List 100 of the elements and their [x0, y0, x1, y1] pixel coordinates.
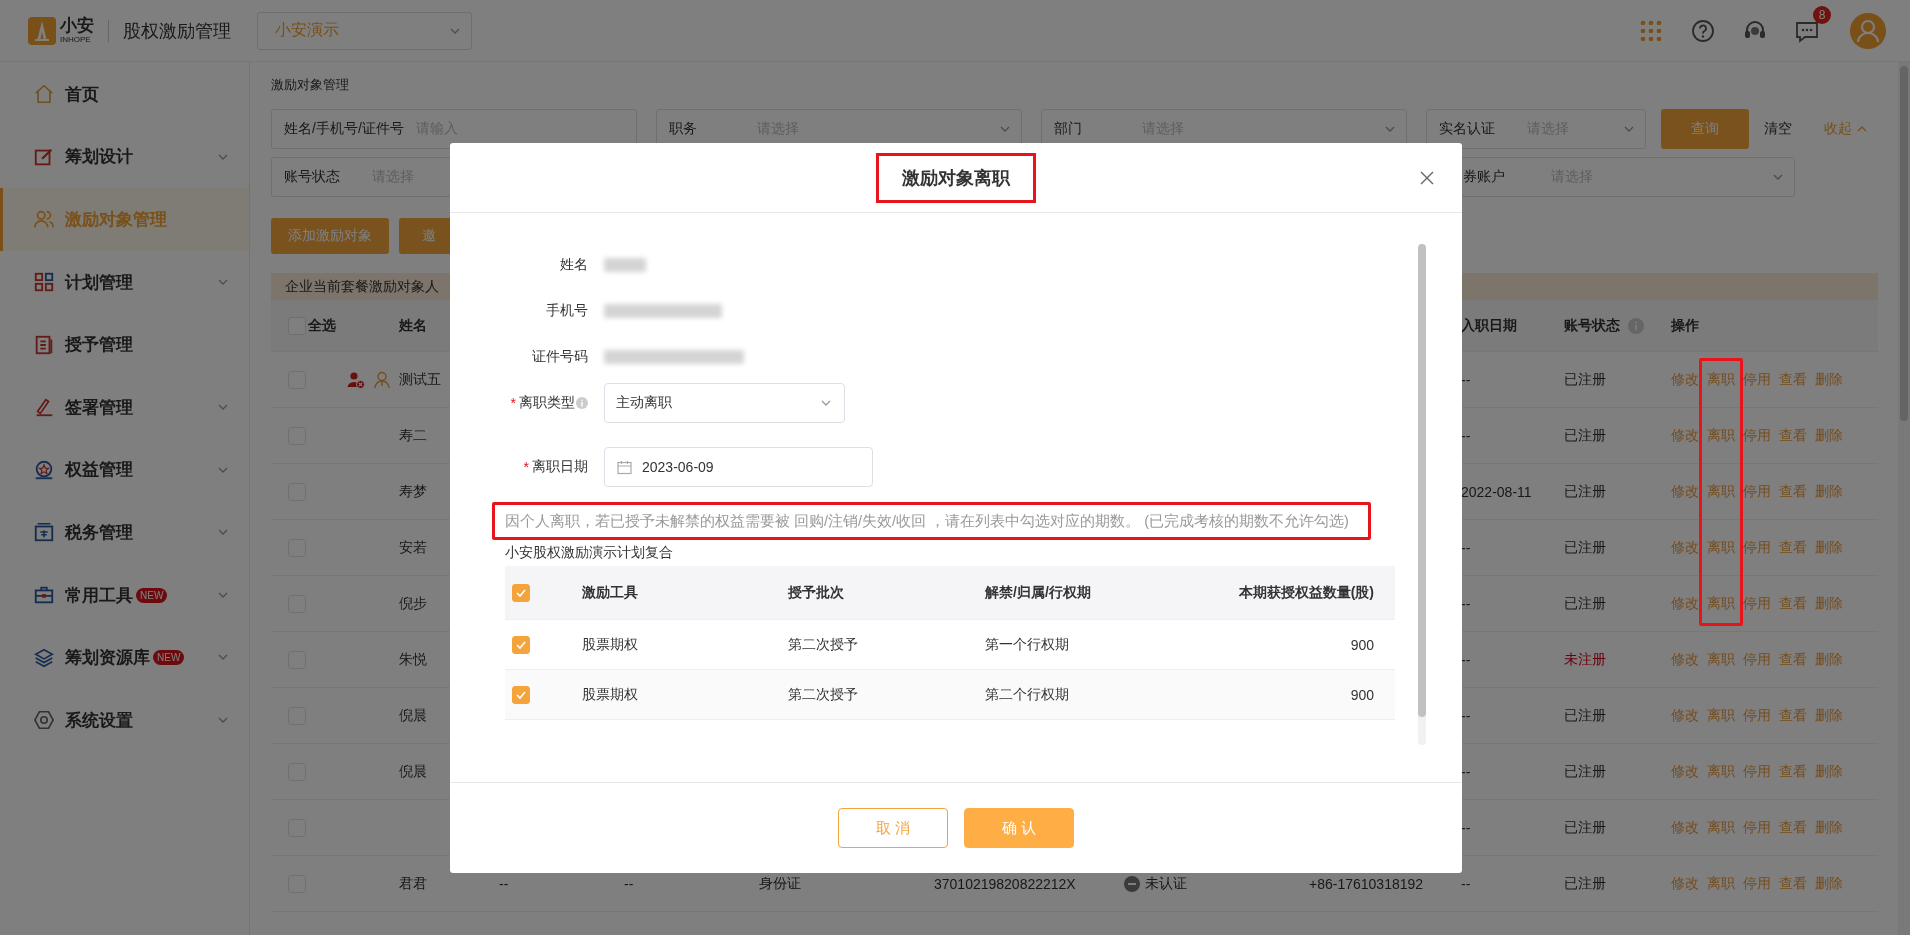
close-icon[interactable] [1420, 171, 1434, 185]
action-link[interactable]: 修改 [1671, 482, 1699, 501]
action-link[interactable]: 停用 [1743, 650, 1771, 669]
action-link[interactable]: 停用 [1743, 706, 1771, 725]
action-link[interactable]: 查看 [1779, 482, 1807, 501]
column-header: 操作 [1671, 300, 1878, 352]
action-link[interactable]: 停用 [1743, 874, 1771, 893]
grid-icon [33, 271, 55, 294]
action-link[interactable]: 删除 [1815, 370, 1843, 389]
sidebar-item[interactable]: 筹划资源库 NEW [0, 626, 249, 689]
action-link[interactable]: 停用 [1743, 594, 1771, 613]
new-badge: NEW [136, 587, 168, 603]
action-link[interactable]: 查看 [1779, 762, 1807, 781]
action-link[interactable]: 查看 [1779, 706, 1807, 725]
action-link[interactable]: 离职 [1707, 762, 1735, 781]
action-link[interactable]: 删除 [1815, 426, 1843, 445]
action-link[interactable]: 离职 [1707, 706, 1735, 725]
action-link[interactable]: 查看 [1779, 874, 1807, 893]
action-link[interactable]: 停用 [1743, 818, 1771, 837]
action-link[interactable]: 修改 [1671, 650, 1699, 669]
action-link[interactable]: 停用 [1743, 538, 1771, 557]
breadcrumb: 激励对象管理 [271, 76, 350, 94]
sidebar-item[interactable]: 签署管理 [0, 375, 249, 439]
action-link[interactable]: 查看 [1779, 538, 1807, 557]
action-link[interactable]: 修改 [1671, 818, 1699, 837]
action-link[interactable]: 停用 [1743, 426, 1771, 445]
field-label: 部门 [1054, 120, 1083, 138]
action-link[interactable]: 停用 [1743, 370, 1771, 389]
sidebar-item[interactable]: 税务管理 [0, 501, 249, 564]
field-label: 券账户 [1463, 168, 1506, 186]
field-label: 姓名/手机号/证件号 [284, 120, 404, 138]
column-header: 激励工具 [575, 566, 781, 620]
action-link[interactable]: 修改 [1671, 370, 1699, 389]
action-link[interactable]: 删除 [1815, 706, 1843, 725]
action-link[interactable]: 查看 [1779, 370, 1807, 389]
column-header: 解禁/归属/行权期 [978, 566, 1178, 620]
action-link[interactable]: 删除 [1815, 762, 1843, 781]
action-link[interactable]: 修改 [1671, 706, 1699, 725]
date-field[interactable]: 2023-06-09 [604, 447, 873, 487]
clear-link[interactable]: 清空 [1764, 120, 1792, 138]
document-icon [33, 333, 55, 356]
action-link[interactable]: 离职 [1707, 482, 1735, 501]
new-badge: NEW [153, 650, 185, 666]
action-link[interactable]: 查看 [1779, 426, 1807, 445]
table-cell: 已注册 [1564, 856, 1671, 912]
sidebar-item[interactable]: 授予管理 [0, 313, 249, 376]
action-link[interactable]: 删除 [1815, 594, 1843, 613]
collapse-link[interactable]: 收起 [1824, 120, 1868, 138]
checkbox[interactable] [512, 685, 530, 704]
action-link[interactable]: 离职 [1707, 650, 1735, 669]
avatar-icon[interactable] [1850, 12, 1886, 49]
action-link[interactable]: 离职 [1707, 874, 1735, 893]
table-cell: 未注册 [1564, 632, 1671, 688]
select-field[interactable]: 主动离职 [604, 383, 845, 423]
sidebar-item[interactable]: 权益管理 [0, 438, 249, 502]
table-cell: 已注册 [1564, 352, 1671, 408]
action-link[interactable]: 修改 [1671, 426, 1699, 445]
confirm-button[interactable]: 确 认 [964, 808, 1074, 848]
sidebar-item[interactable]: 系统设置 [0, 688, 249, 752]
scrollbar[interactable] [1418, 244, 1426, 745]
action-link[interactable]: 修改 [1671, 874, 1699, 893]
sidebar-item[interactable]: 激励对象管理 [0, 188, 249, 251]
table-cell: 已注册 [1564, 688, 1671, 744]
action-link[interactable]: 修改 [1671, 762, 1699, 781]
action-link[interactable]: 离职 [1707, 594, 1735, 613]
action-link[interactable]: 停用 [1743, 762, 1771, 781]
action-link[interactable]: 修改 [1671, 538, 1699, 557]
action-link[interactable]: 查看 [1779, 818, 1807, 837]
notice-text: 因个人离职，若已授予未解禁的权益需要被 回购/注销/失效/收回 ，请在列表中勾选对应的期数。 (已完成考核的期数不允许勾选) [492, 502, 1371, 540]
action-link[interactable]: 离职 [1707, 538, 1735, 557]
table-cell: 已注册 [1564, 520, 1671, 576]
plan-title: 小安股权激励演示计划复合 [505, 543, 674, 562]
action-link[interactable]: 删除 [1815, 482, 1843, 501]
company-select[interactable]: 小安演示 [257, 11, 472, 50]
column-header: 本期获授权益数量(股) [1178, 566, 1395, 620]
help-icon[interactable] [1690, 17, 1716, 44]
checkbox[interactable] [512, 583, 530, 602]
action-link[interactable]: 查看 [1779, 650, 1807, 669]
action-link[interactable]: 离职 [1707, 818, 1735, 837]
field-label: 离职类型 [519, 394, 575, 412]
action-link[interactable]: 查看 [1779, 594, 1807, 613]
action-link[interactable]: 修改 [1671, 594, 1699, 613]
app-title: 股权激励管理 [123, 19, 231, 43]
action-link[interactable]: 离职 [1707, 426, 1735, 445]
field-label: 姓名 [560, 256, 588, 274]
toolbar-button[interactable]: 添加激励对象 [271, 218, 389, 254]
action-link[interactable]: 删除 [1815, 538, 1843, 557]
query-button[interactable]: 查询 [1661, 109, 1749, 149]
sidebar-item[interactable]: 首页 [0, 63, 249, 126]
sidebar-item[interactable]: 常用工具 NEW [0, 563, 249, 627]
table-cell: 股票期权 [575, 670, 781, 720]
action-link[interactable]: 删除 [1815, 818, 1843, 837]
action-link[interactable]: 停用 [1743, 482, 1771, 501]
scrollbar[interactable] [1898, 62, 1910, 935]
checkbox[interactable] [512, 635, 530, 654]
action-link[interactable]: 删除 [1815, 874, 1843, 893]
field-label: 证件号码 [532, 348, 588, 366]
action-link[interactable]: 删除 [1815, 650, 1843, 669]
cancel-button[interactable]: 取 消 [838, 808, 948, 848]
action-link[interactable]: 离职 [1707, 370, 1735, 389]
